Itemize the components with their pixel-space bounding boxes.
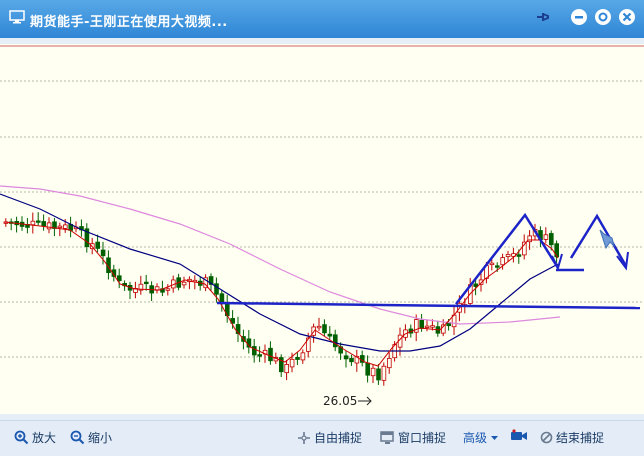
candle (365, 362, 370, 376)
free-capture-label: 自由捕捉 (314, 431, 363, 445)
candle (251, 346, 257, 356)
kline-chart: 26.05 (0, 44, 644, 414)
free-capture-button[interactable]: 自由捕捉 (297, 429, 362, 446)
candle (381, 365, 387, 381)
candle (295, 357, 300, 360)
candle (386, 358, 392, 369)
candle (268, 347, 273, 362)
candle (181, 281, 187, 286)
chevron-down-icon (491, 435, 499, 440)
candle (95, 241, 101, 249)
candle (46, 222, 52, 230)
end-capture-button[interactable]: 结束捕捉 (540, 429, 604, 446)
candle (36, 220, 41, 223)
moving-average-mid (0, 193, 559, 352)
maximize-icon[interactable] (594, 8, 612, 26)
candle (257, 354, 262, 357)
zoom-in-icon (14, 430, 29, 445)
candle (327, 333, 333, 337)
candle (300, 352, 306, 361)
candle (30, 220, 36, 226)
min-price-arrow (358, 396, 372, 406)
minimize-icon[interactable] (570, 8, 588, 26)
candle (494, 265, 500, 268)
window-title: 期货能手-王刚正在使用大视频... (30, 15, 228, 30)
candle (543, 234, 549, 240)
min-price-label: 26.05 (323, 394, 357, 408)
neckline-annotation (216, 301, 641, 310)
candle (516, 254, 522, 257)
candle (424, 325, 430, 328)
zoom-in-button[interactable]: 放大 (14, 429, 56, 446)
end-capture-label: 结束捕捉 (556, 431, 605, 445)
stop-icon (540, 431, 553, 444)
zoom-out-icon (70, 430, 85, 445)
candlesticks (3, 212, 559, 386)
title-bar[interactable]: 期货能手-王刚正在使用大视频... (0, 0, 644, 38)
candle (430, 325, 435, 328)
candle (322, 324, 327, 334)
zoom-in-label: 放大 (32, 431, 57, 445)
close-icon[interactable] (618, 8, 636, 26)
advanced-dropdown[interactable]: 高级 (463, 429, 499, 446)
candle (419, 319, 424, 329)
capture-window: 期货能手-王刚正在使用大视频... 26.05 放大 缩小 自由捕捉 窗口捕捉 … (0, 0, 644, 456)
candle (376, 368, 381, 381)
candle (100, 249, 106, 257)
candle (500, 257, 505, 266)
candle (143, 281, 149, 285)
video-camera-icon (511, 429, 527, 440)
candle (549, 233, 554, 246)
candle (343, 355, 349, 360)
monitor-icon (9, 10, 25, 24)
window-capture-icon (380, 430, 394, 444)
candle (370, 367, 376, 377)
candle (489, 262, 495, 266)
candle (289, 358, 295, 368)
candle (473, 283, 478, 287)
candle (63, 224, 68, 229)
candle (316, 325, 322, 329)
kline-chart-svg: 26.05 (0, 45, 644, 408)
advanced-label: 高级 (463, 431, 488, 445)
zoom-out-label: 缩小 (88, 431, 113, 445)
bottom-toolbar: 放大 缩小 自由捕捉 窗口捕捉 高级 结束捕捉 (0, 420, 644, 456)
candle (284, 364, 289, 374)
candle (527, 235, 532, 243)
candle (349, 357, 354, 363)
candle (41, 221, 46, 227)
crosshair-icon (298, 431, 310, 444)
zoom-out-button[interactable]: 缩小 (70, 429, 112, 446)
candle (165, 288, 171, 291)
record-video-button[interactable] (510, 429, 528, 443)
chart-grid (0, 45, 644, 358)
candle (117, 275, 122, 282)
candle (57, 225, 63, 229)
window-capture-label: 窗口捕捉 (398, 431, 447, 445)
pin-icon[interactable] (534, 8, 552, 26)
window-capture-button[interactable]: 窗口捕捉 (380, 429, 446, 446)
candle (505, 254, 511, 257)
